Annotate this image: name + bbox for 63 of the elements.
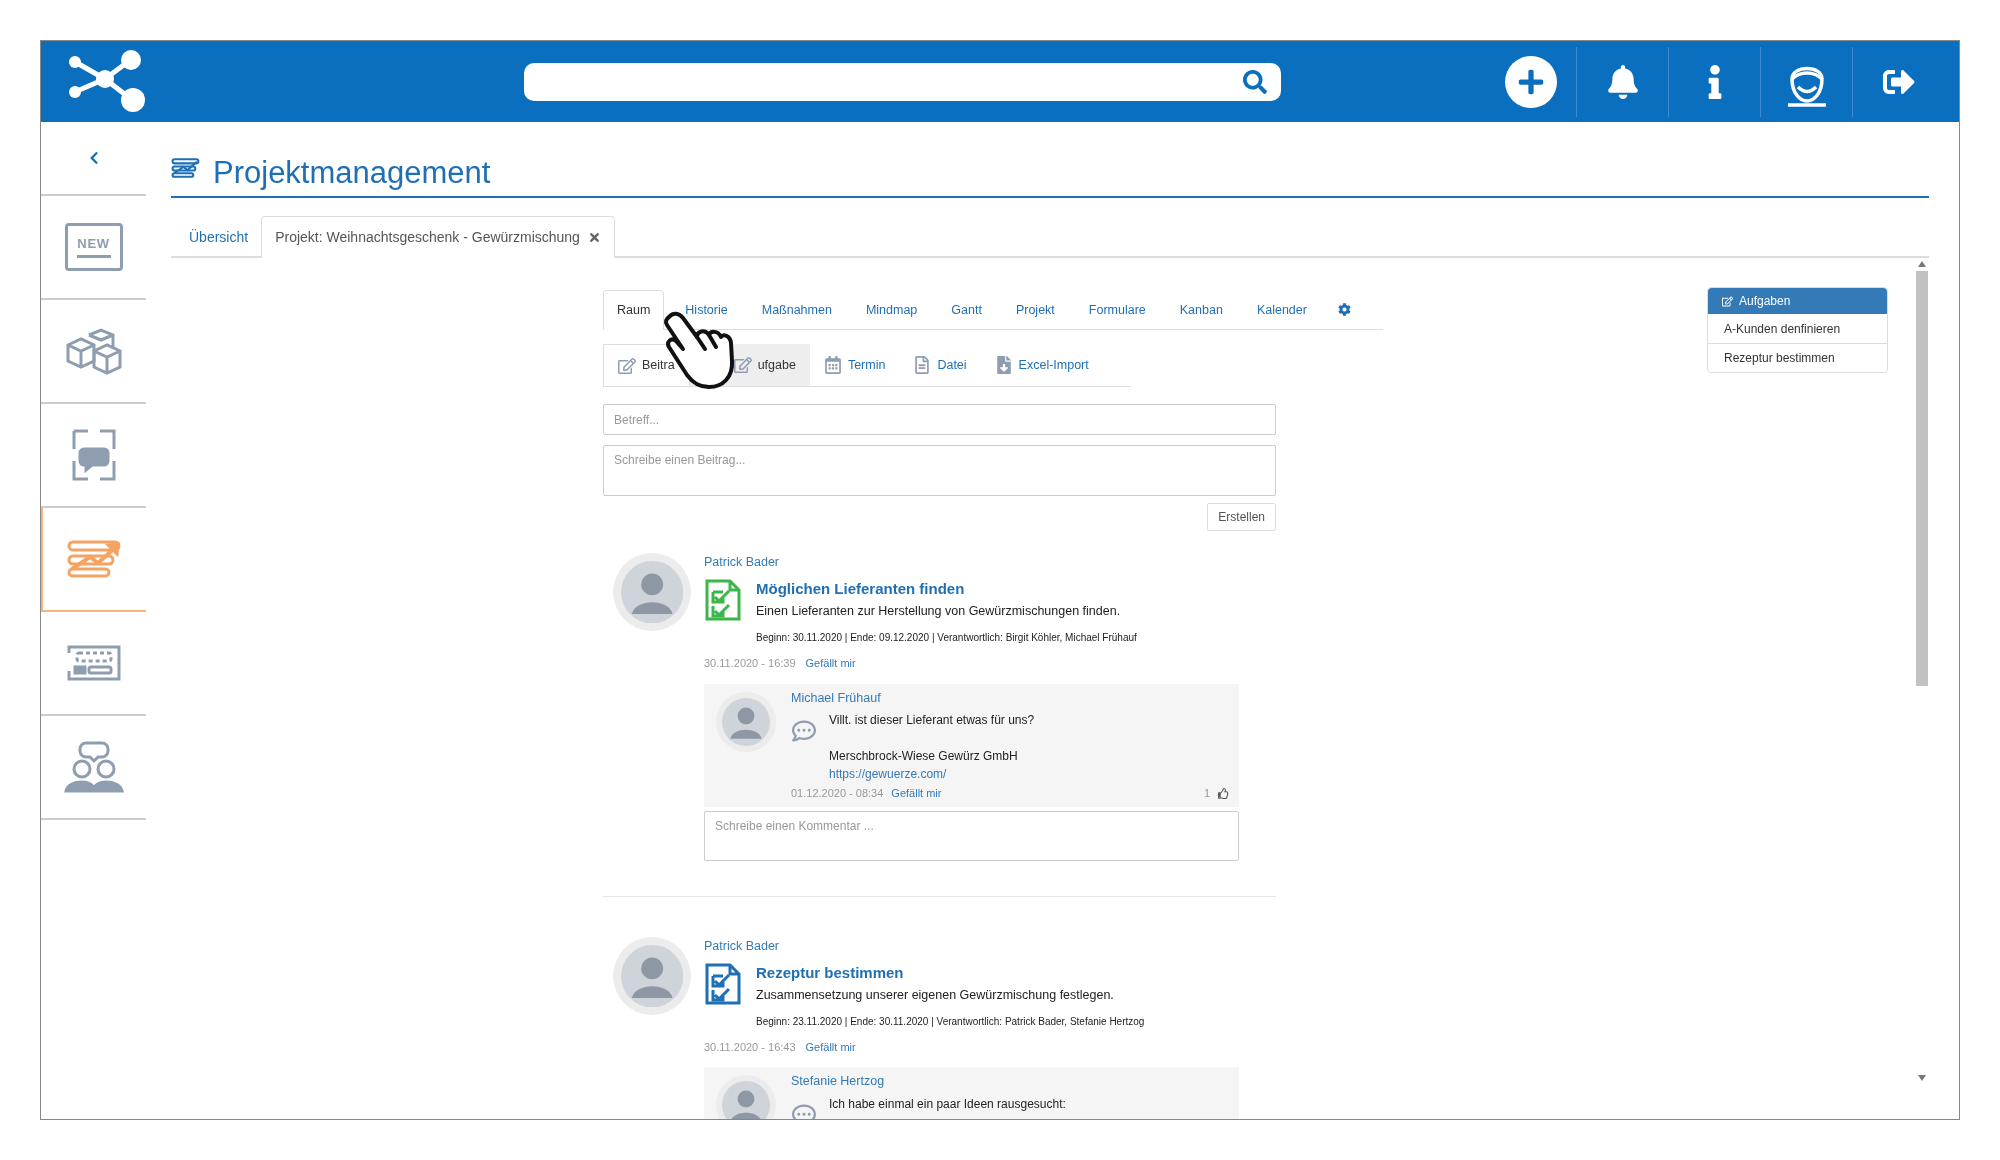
panel-header: Aufgaben <box>1708 288 1887 314</box>
settings-icon[interactable] <box>1337 302 1351 316</box>
people-chat-icon <box>63 739 124 795</box>
create-button[interactable]: Erstellen <box>1207 503 1276 531</box>
task-icon <box>1722 295 1733 307</box>
task-meta: Beginn: 23.11.2020 | Ende: 30.11.2020 | Verantwortlich: Patrick Bader, Stefanie Hertzog <box>756 1014 1145 1029</box>
new-label: NEW <box>77 236 110 250</box>
bell-icon[interactable] <box>1605 64 1640 99</box>
search-icon[interactable] <box>1243 69 1267 94</box>
room-tab[interactable]: Maßnahmen <box>748 290 845 330</box>
room-tab[interactable]: Gantt <box>938 290 995 330</box>
close-icon[interactable] <box>587 230 601 244</box>
room-tab[interactable]: Kalender <box>1243 290 1320 330</box>
room-tab[interactable]: Projekt <box>1002 290 1068 330</box>
post-type-tab[interactable]: Termin <box>809 344 900 386</box>
post-type-tab[interactable]: Datei <box>899 344 981 386</box>
room-tab[interactable]: Mindmap <box>852 290 931 330</box>
comment-field[interactable]: Schreibe einen Kommentar ... <box>704 810 1239 861</box>
author-name[interactable]: Michael Frühauf <box>791 688 1229 708</box>
calendar-icon <box>823 356 842 374</box>
author-name[interactable]: Stefanie Hertzog <box>791 1072 1229 1091</box>
task-title[interactable]: Möglichen Lieferanten finden <box>756 577 1137 601</box>
speech-bubble-icon <box>791 719 817 744</box>
timestamp: 01.12.2020 - 08:34 <box>791 786 884 802</box>
like-link[interactable]: Gefällt mir <box>805 655 856 672</box>
task-description: Einen Lieferanten zur Herstellung von Gewürzmischungen finden. <box>756 603 1122 621</box>
timestamp: 30.11.2020 - 16:39 <box>704 656 796 671</box>
room-tab[interactable]: Raum <box>603 290 665 330</box>
task-meta: Beginn: 30.11.2020 | Ende: 09.12.2020 | Verantwortlich: Birgit Köhler, Michael Frühauf <box>756 631 1137 645</box>
task-icon <box>733 356 752 374</box>
scroll-up-icon[interactable] <box>1917 261 1926 267</box>
like-link[interactable]: Gefällt mir <box>891 785 942 802</box>
like-link[interactable]: Gefällt mir <box>805 1038 856 1056</box>
task-title[interactable]: Rezeptur bestimmen <box>756 961 1145 984</box>
like-count: 1 <box>1203 786 1210 802</box>
search-field[interactable] <box>524 62 1281 101</box>
scroll-down-icon[interactable] <box>1917 1075 1926 1081</box>
task-list-item[interactable]: A-Kunden denfinieren <box>1708 314 1887 343</box>
task-description: Zusammensetzung unserer eigenen Gewürzmischung festlegen. <box>756 987 1115 1004</box>
trend-chart-icon <box>171 156 201 180</box>
thumbs-up-icon[interactable] <box>1218 788 1229 799</box>
comment-text: Merschbrock-Wiese Gewürz GmbH <box>829 748 1019 766</box>
download-icon <box>994 356 1013 374</box>
subject-field[interactable]: Betreff... <box>603 404 1276 435</box>
comment-link[interactable]: https://gewuerze.com/ <box>829 765 1035 784</box>
page-tab[interactable]: Übersicht <box>176 216 262 258</box>
file-icon <box>913 356 932 374</box>
plus-icon <box>1516 67 1545 96</box>
room-tab[interactable]: Kanban <box>1166 290 1236 330</box>
comment-text: Ich habe einmal ein paar Ideen rausgesucht: <box>829 1096 1066 1113</box>
page-title: Projektmanagement <box>213 157 491 188</box>
scrollbar-thumb[interactable] <box>1915 271 1928 686</box>
timestamp: 30.11.2020 - 16:43 <box>704 1039 796 1055</box>
post-type-tab[interactable]: Excel-Import <box>980 344 1103 386</box>
cubes-icon <box>64 327 123 375</box>
task-list-item[interactable]: Rezeptur bestimmen <box>1708 343 1887 372</box>
author-name[interactable]: Patrick Bader <box>704 553 1276 572</box>
page-tab[interactable]: Projekt: Weihnachtsgeschenk - Gewürzmischung <box>261 216 615 258</box>
post-textarea[interactable]: Schreibe einen Beitrag... <box>603 445 1276 496</box>
room-tab[interactable]: Formulare <box>1075 290 1159 330</box>
comment-text: Villt. ist dieser Lieferant etwas für uns? <box>829 712 1035 730</box>
author-name[interactable]: Patrick Bader <box>704 936 1276 956</box>
edit-icon <box>618 356 636 375</box>
